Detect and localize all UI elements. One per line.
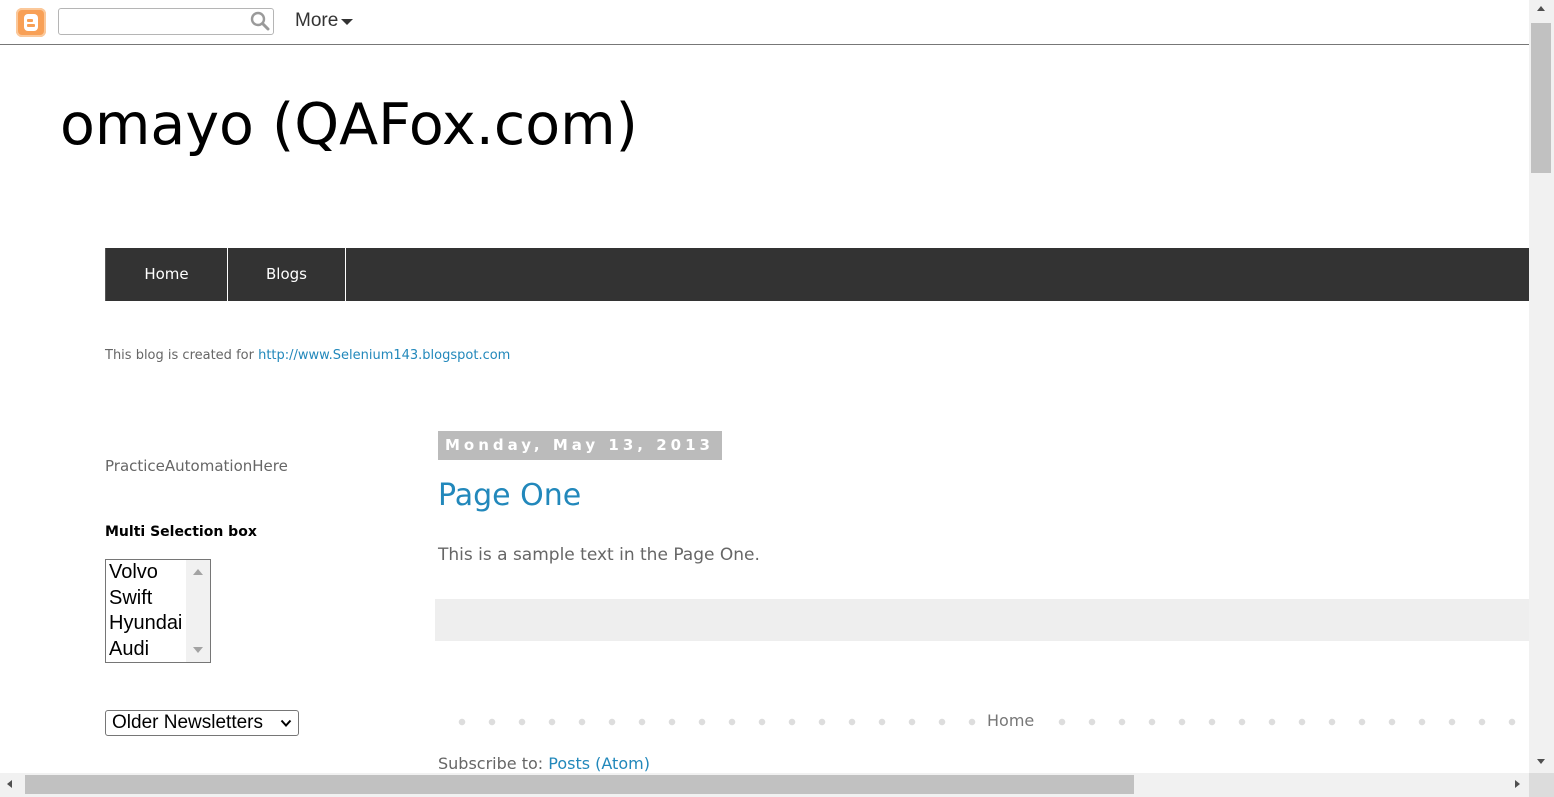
subscribe-label: Subscribe to: (438, 754, 549, 773)
scroll-left-arrow-icon[interactable] (7, 780, 12, 788)
post-body: This is a sample text in the Page One. (438, 545, 760, 565)
more-menu-button[interactable]: More (295, 10, 354, 32)
vertical-scrollbar[interactable] (1529, 0, 1554, 773)
more-menu-label: More (295, 10, 339, 31)
subscribe-line: Subscribe to: Posts (Atom) (438, 754, 650, 773)
blogger-logo-icon[interactable] (16, 8, 46, 37)
horizontal-scrollbar[interactable] (0, 773, 1529, 797)
chevron-down-icon (280, 719, 292, 727)
blogger-navbar: More (0, 0, 1529, 45)
sidebar-text-widget: PracticeAutomationHere (105, 457, 288, 475)
horizontal-scrollbar-thumb[interactable] (25, 775, 1134, 794)
older-newsletters-dropdown[interactable]: Older Newsletters (105, 710, 299, 736)
blogger-logo-inner (24, 14, 38, 31)
blogger-logo-mark (27, 19, 33, 22)
posts-atom-link[interactable]: Posts (Atom) (548, 754, 650, 773)
selenium143-link[interactable]: http://www.Selenium143.blogspot.com (258, 348, 510, 363)
search-icon[interactable] (250, 11, 270, 31)
post-footer (435, 599, 1529, 641)
navbar-search-input[interactable] (58, 8, 274, 35)
scroll-down-arrow-icon[interactable] (193, 647, 203, 653)
multi-select-title: Multi Selection box (105, 524, 257, 540)
multi-selection-box[interactable]: Volvo Swift Hyundai Audi (105, 559, 211, 663)
scroll-up-arrow-icon[interactable] (193, 569, 203, 575)
blog-description: This blog is created for http://www.Sele… (105, 348, 510, 363)
description-text: This blog is created for (105, 348, 259, 363)
vertical-scrollbar-thumb[interactable] (1531, 23, 1551, 173)
post-title-link[interactable]: Page One (438, 478, 581, 513)
blogger-logo-mark (27, 24, 35, 27)
tab-blogs[interactable]: Blogs (228, 248, 346, 301)
scroll-up-arrow-icon[interactable] (1537, 6, 1545, 11)
dropdown-selected-value: Older Newsletters (112, 712, 263, 733)
scroll-down-arrow-icon[interactable] (1537, 759, 1545, 764)
multi-select-scrollbar[interactable] (186, 560, 210, 662)
scroll-right-arrow-icon[interactable] (1515, 780, 1520, 788)
post-date-header: Monday, May 13, 2013 (438, 431, 722, 460)
blog-title[interactable]: omayo (QAFox.com) (60, 92, 638, 158)
caret-down-icon (341, 19, 354, 25)
scrollbar-corner (1529, 773, 1554, 797)
tab-home[interactable]: Home (105, 248, 228, 301)
home-link[interactable]: Home (978, 711, 1044, 730)
page-tabs: Home Blogs (105, 248, 1529, 301)
browser-viewport: More omayo (QAFox.com) Home Blogs This b… (0, 0, 1554, 797)
